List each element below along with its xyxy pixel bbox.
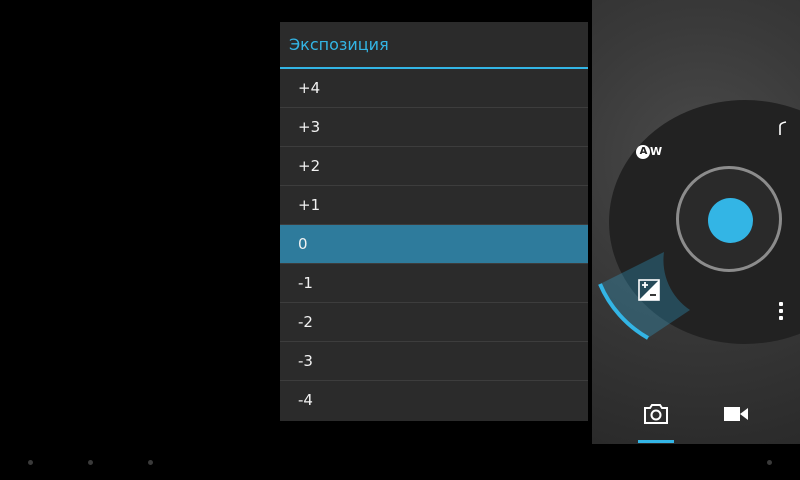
camera-mode-icon[interactable] [642, 402, 670, 426]
navigation-bar [0, 444, 800, 480]
shutter-button[interactable] [708, 198, 753, 243]
awb-icon[interactable]: AW [636, 144, 662, 159]
flash-icon[interactable] [778, 120, 790, 136]
exposure-option[interactable]: -3 [280, 342, 588, 381]
nav-menu-button[interactable] [767, 460, 772, 465]
exposure-option[interactable]: -4 [280, 381, 588, 420]
exposure-option-selected[interactable]: 0 [280, 225, 588, 264]
exposure-option[interactable]: +3 [280, 108, 588, 147]
exposure-option[interactable]: +2 [280, 147, 588, 186]
exposure-icon[interactable] [638, 279, 660, 301]
active-mode-indicator [638, 440, 674, 443]
exposure-popup: Экспозиция +4 +3 +2 +1 0 -1 -2 -3 -4 [280, 22, 588, 421]
more-options-icon[interactable] [778, 302, 784, 324]
exposure-option-list: +4 +3 +2 +1 0 -1 -2 -3 -4 [280, 69, 588, 420]
awb-icon-letter: A [636, 144, 650, 159]
video-mode-icon[interactable] [722, 404, 750, 424]
exposure-option[interactable]: +1 [280, 186, 588, 225]
nav-back-button[interactable] [28, 460, 33, 465]
exposure-option[interactable]: +4 [280, 69, 588, 108]
awb-icon-suffix: W [650, 145, 662, 158]
popup-title: Экспозиция [280, 22, 588, 69]
nav-recents-button[interactable] [148, 460, 153, 465]
exposure-option[interactable]: -1 [280, 264, 588, 303]
nav-home-button[interactable] [88, 460, 93, 465]
exposure-option[interactable]: -2 [280, 303, 588, 342]
